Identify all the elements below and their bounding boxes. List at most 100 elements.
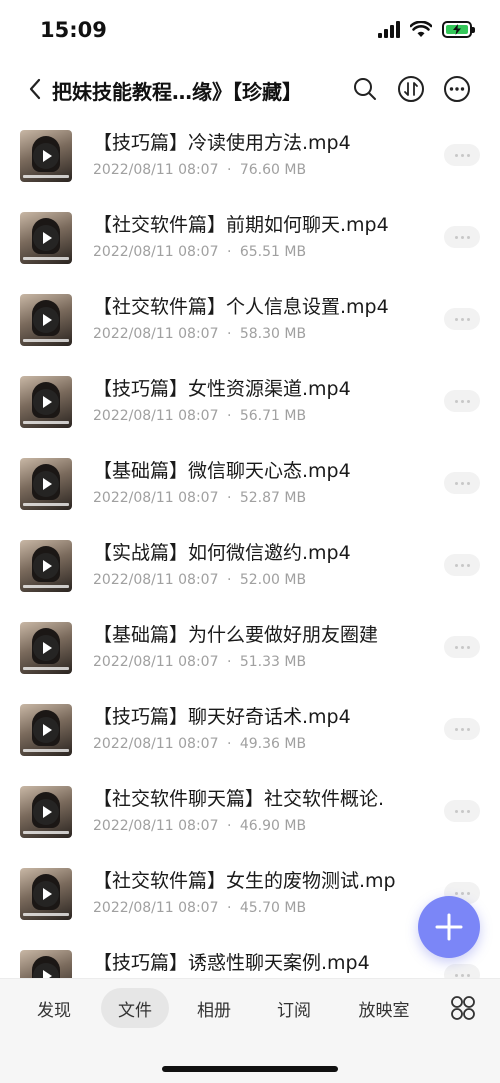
home-indicator — [162, 1066, 338, 1072]
video-thumbnail — [20, 786, 72, 838]
apps-grid-button[interactable] — [450, 995, 476, 1021]
tab-label: 订阅 — [277, 1000, 311, 1021]
file-name: 【社交软件篇】个人信息设置.mp4 — [93, 296, 389, 318]
file-more-button[interactable] — [444, 554, 480, 576]
file-date: 2022/08/11 08:07 — [93, 654, 219, 670]
search-icon — [354, 78, 376, 100]
status-time: 15:09 — [40, 18, 107, 42]
file-date: 2022/08/11 08:07 — [93, 818, 219, 834]
file-more-button[interactable] — [444, 226, 480, 248]
plus-icon — [435, 913, 463, 941]
video-thumbnail — [20, 622, 72, 674]
wifi-icon — [410, 20, 432, 37]
file-size: 49.36 MB — [239, 736, 307, 752]
file-name: 【社交软件聊天篇】社交软件概论. — [93, 788, 385, 810]
tab-screening-room[interactable]: 放映室 — [345, 988, 423, 1028]
file-size: 51.33 MB — [239, 654, 307, 670]
file-size: 52.00 MB — [239, 572, 307, 588]
file-date: 2022/08/11 08:07 — [93, 244, 219, 260]
file-more-button[interactable] — [444, 636, 480, 658]
file-name: 【技巧篇】女性资源渠道.mp4 — [93, 378, 351, 400]
file-name: 【社交软件篇】前期如何聊天.mp4 — [93, 214, 389, 236]
meta-separator: · — [226, 900, 232, 916]
file-size: 45.70 MB — [239, 900, 307, 916]
file-list-item[interactable]: 【技巧篇】女性资源渠道.mp4 2022/08/11 08:07 · 56.71… — [0, 364, 500, 446]
file-list-item[interactable]: 【社交软件篇】前期如何聊天.mp4 2022/08/11 08:07 · 65.… — [0, 200, 500, 282]
file-date: 2022/08/11 08:07 — [93, 326, 219, 342]
more-button[interactable] — [442, 74, 472, 104]
file-meta: 2022/08/11 08:07 · 65.51 MB — [93, 244, 306, 260]
sort-icon — [398, 76, 424, 102]
add-button[interactable] — [418, 896, 480, 958]
play-icon — [33, 471, 59, 497]
file-meta: 2022/08/11 08:07 · 56.71 MB — [93, 408, 306, 424]
tab-files[interactable]: 文件 — [101, 988, 169, 1028]
tab-album[interactable]: 相册 — [182, 988, 246, 1028]
file-more-button[interactable] — [444, 718, 480, 740]
file-size: 52.87 MB — [239, 490, 307, 506]
file-name: 【实战篇】如何微信邀约.mp4 — [93, 542, 351, 564]
file-name: 【基础篇】微信聊天心态.mp4 — [93, 460, 351, 482]
back-button[interactable] — [20, 74, 50, 104]
page-title: 把妹技能教程…缘》【珍藏】 — [52, 80, 302, 104]
meta-separator: · — [226, 490, 232, 506]
file-meta: 2022/08/11 08:07 · 58.30 MB — [93, 326, 306, 342]
file-list-item[interactable]: 【实战篇】如何微信邀约.mp4 2022/08/11 08:07 · 52.00… — [0, 528, 500, 610]
video-thumbnail — [20, 868, 72, 920]
meta-separator: · — [226, 244, 232, 260]
nav-bar: 把妹技能教程…缘》【珍藏】 — [0, 62, 500, 118]
file-more-button[interactable] — [444, 964, 480, 978]
file-meta: 2022/08/11 08:07 · 45.70 MB — [93, 900, 306, 916]
play-icon — [33, 307, 59, 333]
file-date: 2022/08/11 08:07 — [93, 408, 219, 424]
file-list-item[interactable]: 【社交软件聊天篇】社交软件概论. 2022/08/11 08:07 · 46.9… — [0, 774, 500, 856]
file-size: 46.90 MB — [239, 818, 307, 834]
meta-separator: · — [226, 736, 232, 752]
search-button[interactable] — [350, 74, 380, 104]
file-date: 2022/08/11 08:07 — [93, 736, 219, 752]
sort-button[interactable] — [396, 74, 426, 104]
video-thumbnail — [20, 458, 72, 510]
tab-discover[interactable]: 发现 — [22, 988, 86, 1028]
meta-separator: · — [226, 408, 232, 424]
file-list-item[interactable]: 【技巧篇】冷读使用方法.mp4 2022/08/11 08:07 · 76.60… — [0, 118, 500, 200]
file-list-item[interactable]: 【基础篇】为什么要做好朋友圈建 2022/08/11 08:07 · 51.33… — [0, 610, 500, 692]
play-icon — [33, 553, 59, 579]
play-icon — [33, 225, 59, 251]
meta-separator: · — [226, 162, 232, 178]
tab-label: 放映室 — [358, 1000, 410, 1021]
file-list-item[interactable]: 【技巧篇】聊天好奇话术.mp4 2022/08/11 08:07 · 49.36… — [0, 692, 500, 774]
meta-separator: · — [226, 326, 232, 342]
cellular-signal-icon — [378, 20, 400, 38]
file-more-button[interactable] — [444, 144, 480, 166]
meta-separator: · — [226, 654, 232, 670]
file-list: 【技巧篇】冷读使用方法.mp4 2022/08/11 08:07 · 76.60… — [0, 118, 500, 978]
file-meta: 2022/08/11 08:07 · 51.33 MB — [93, 654, 306, 670]
video-thumbnail — [20, 704, 72, 756]
file-more-button[interactable] — [444, 308, 480, 330]
file-meta: 2022/08/11 08:07 · 46.90 MB — [93, 818, 306, 834]
file-list-item[interactable]: 【社交软件篇】个人信息设置.mp4 2022/08/11 08:07 · 58.… — [0, 282, 500, 364]
grid-icon — [451, 996, 475, 1020]
file-meta: 2022/08/11 08:07 · 52.87 MB — [93, 490, 306, 506]
video-thumbnail — [20, 540, 72, 592]
tab-label: 相册 — [197, 1000, 231, 1021]
file-more-button[interactable] — [444, 390, 480, 412]
tab-label: 发现 — [37, 1000, 71, 1021]
file-date: 2022/08/11 08:07 — [93, 162, 219, 178]
file-date: 2022/08/11 08:07 — [93, 572, 219, 588]
file-list-item[interactable]: 【基础篇】微信聊天心态.mp4 2022/08/11 08:07 · 52.87… — [0, 446, 500, 528]
play-icon — [33, 799, 59, 825]
battery-icon — [442, 20, 475, 38]
file-more-button[interactable] — [444, 472, 480, 494]
file-size: 56.71 MB — [239, 408, 307, 424]
file-more-button[interactable] — [444, 800, 480, 822]
file-date: 2022/08/11 08:07 — [93, 900, 219, 916]
tab-subscribe[interactable]: 订阅 — [262, 988, 326, 1028]
video-thumbnail — [20, 294, 72, 346]
file-name: 【技巧篇】聊天好奇话术.mp4 — [93, 706, 351, 728]
file-size: 58.30 MB — [239, 326, 307, 342]
file-meta: 2022/08/11 08:07 · 76.60 MB — [93, 162, 306, 178]
file-meta: 2022/08/11 08:07 · 49.36 MB — [93, 736, 306, 752]
file-size: 76.60 MB — [239, 162, 307, 178]
